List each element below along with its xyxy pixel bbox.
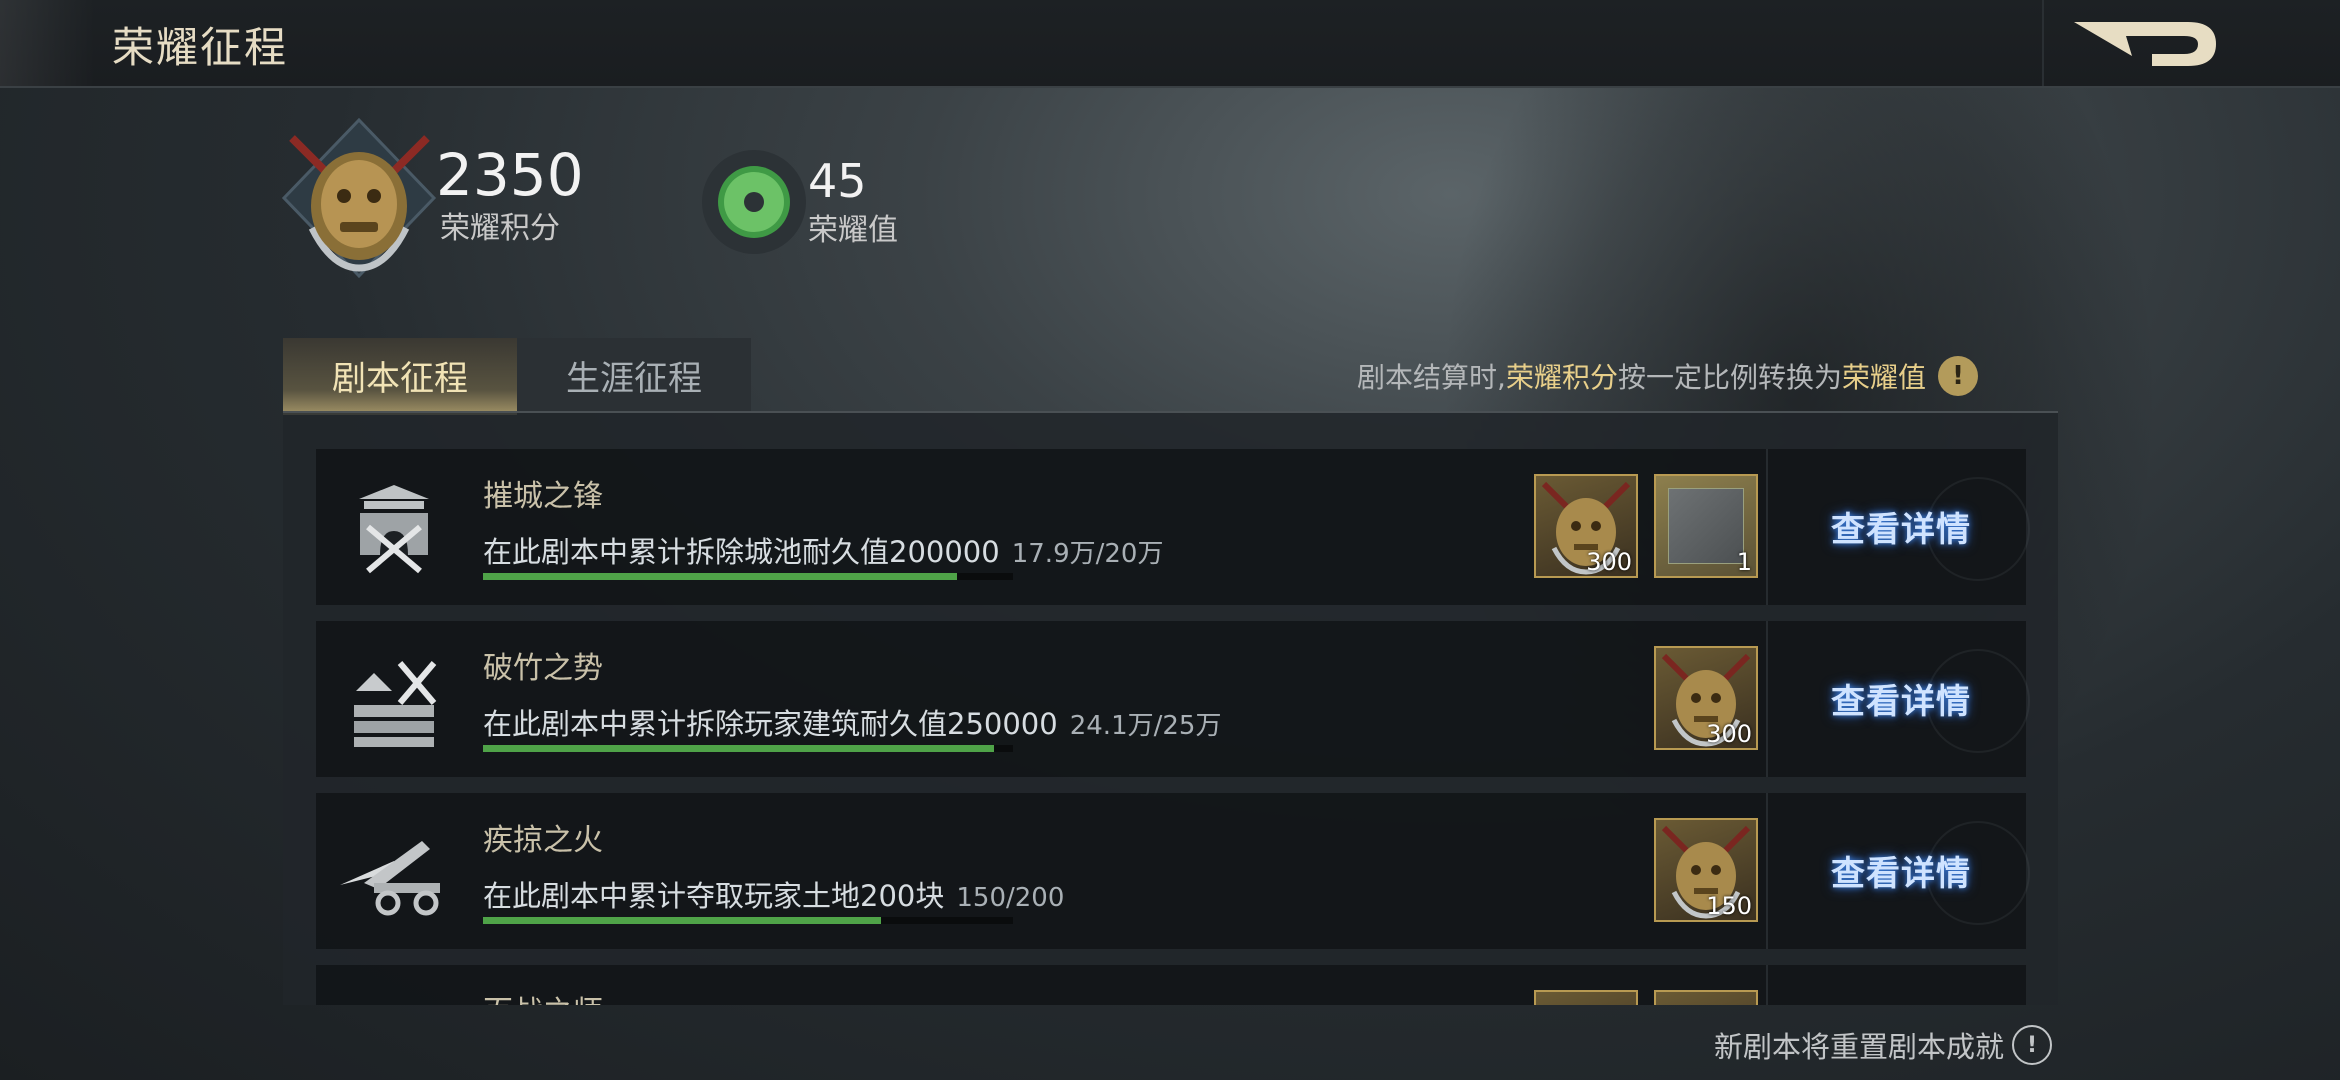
- achievement-title: 百战之师: [483, 987, 603, 1005]
- reward-emblem[interactable]: 300: [1654, 646, 1758, 750]
- achievement-description: 在此剧本中累计夺取玩家土地200块 150/200: [483, 873, 1064, 915]
- page-title: 荣耀征程: [112, 23, 289, 72]
- header-divider: [2042, 0, 2044, 86]
- reward-count: 300: [1586, 548, 1632, 576]
- tab-script-journey[interactable]: 剧本征程: [283, 338, 517, 415]
- reward-count: 1: [1736, 548, 1752, 576]
- progress-bar: [483, 917, 1013, 924]
- top-bar: 荣耀征程: [0, 0, 2340, 88]
- achievement-progress-text: 17.9万/20万: [1011, 539, 1164, 569]
- reward-emblem[interactable]: [1654, 990, 1758, 1005]
- conversion-hint: 剧本结算时, 荣耀积分 按一定比例转换为 荣耀值 !: [1357, 356, 1978, 396]
- reward-count: 300: [1706, 720, 1752, 748]
- hint-middle: 按一定比例转换为: [1617, 361, 1842, 394]
- achievement-row: 百战之师: [316, 965, 2026, 1005]
- achievement-title: 破竹之势: [483, 651, 603, 686]
- hint-highlight-points: 荣耀积分: [1505, 361, 1618, 394]
- reward-emblem[interactable]: [1534, 990, 1638, 1005]
- progress-fill: [483, 745, 994, 752]
- hint-prefix: 剧本结算时,: [1357, 361, 1506, 394]
- progress-fill: [483, 573, 958, 580]
- view-details-button[interactable]: 查看详情: [1831, 502, 1971, 551]
- tab-bar: 剧本征程 生涯征程: [283, 338, 751, 415]
- honor-points-value: 2350: [436, 141, 584, 209]
- back-arrow-icon: [2074, 22, 2216, 66]
- progress-bar: [483, 745, 1013, 752]
- progress-bar: [483, 573, 1013, 580]
- view-details-button[interactable]: 查看详情: [1831, 846, 1971, 895]
- achievement-desc-text: 在此剧本中累计拆除城池耐久值200000: [483, 535, 1000, 569]
- info-icon[interactable]: !: [2012, 1025, 2053, 1065]
- achievement-row: 破竹之势 在此剧本中累计拆除玩家建筑耐久值250000 24.1万/25万 300…: [316, 621, 2030, 777]
- row-divider: [1766, 621, 1768, 777]
- honor-value-label: 荣耀值: [808, 213, 898, 248]
- achievement-row: 摧城之锋 在此剧本中累计拆除城池耐久值200000 17.9万/20万 300 1…: [316, 449, 2030, 605]
- reward-emblem[interactable]: 150: [1654, 818, 1758, 922]
- achievement-progress-text: 24.1万/25万: [1069, 711, 1222, 741]
- honor-points-label: 荣耀积分: [440, 211, 560, 246]
- row-divider: [1766, 793, 1768, 949]
- reset-notice: 新剧本将重置剧本成就 !: [1714, 1024, 2053, 1066]
- achievement-progress-text: 150/200: [956, 883, 1065, 913]
- tab-career-journey[interactable]: 生涯征程: [517, 338, 751, 412]
- view-details-button[interactable]: 查看详情: [1831, 674, 1971, 723]
- achievement-desc-text: 在此剧本中累计拆除玩家建筑耐久值250000: [483, 707, 1058, 741]
- progress-fill: [483, 917, 881, 924]
- hint-highlight-honor: 荣耀值: [1841, 361, 1926, 394]
- wall-axe-icon: [344, 651, 444, 751]
- achievement-description: 在此剧本中累计拆除城池耐久值200000 17.9万/20万: [483, 529, 1163, 571]
- reset-notice-text: 新剧本将重置剧本成就: [1714, 1030, 2005, 1064]
- achievement-title: 疾掠之火: [483, 823, 603, 858]
- achievement-list[interactable]: 摧城之锋 在此剧本中累计拆除城池耐久值200000 17.9万/20万 300 1…: [283, 413, 2058, 1005]
- honor-value: 45: [808, 154, 867, 208]
- achievement-desc-text: 在此剧本中累计夺取玩家土地200块: [483, 879, 945, 913]
- reward-avatar-frame[interactable]: 1: [1654, 474, 1758, 578]
- achievement-row: 疾掠之火 在此剧本中累计夺取玩家土地200块 150/200 150 查看详情: [316, 793, 2030, 949]
- achievement-title: 摧城之锋: [483, 479, 603, 514]
- honor-points-emblem-icon: [281, 117, 437, 283]
- frame-icon: [1668, 488, 1744, 564]
- header-decoration: [0, 0, 95, 86]
- reward-count: 150: [1706, 892, 1752, 920]
- back-button[interactable]: [2070, 16, 2220, 76]
- jade-disc-icon: [702, 150, 807, 255]
- reward-emblem[interactable]: 300: [1534, 474, 1638, 578]
- achievement-description: 在此剧本中累计拆除玩家建筑耐久值250000 24.1万/25万: [483, 701, 1221, 743]
- fortress-swords-icon: [344, 479, 444, 579]
- info-icon[interactable]: !: [1938, 356, 1978, 396]
- catapult-icon: [334, 823, 449, 923]
- row-divider: [1766, 449, 1768, 605]
- row-divider: [1766, 965, 1768, 1005]
